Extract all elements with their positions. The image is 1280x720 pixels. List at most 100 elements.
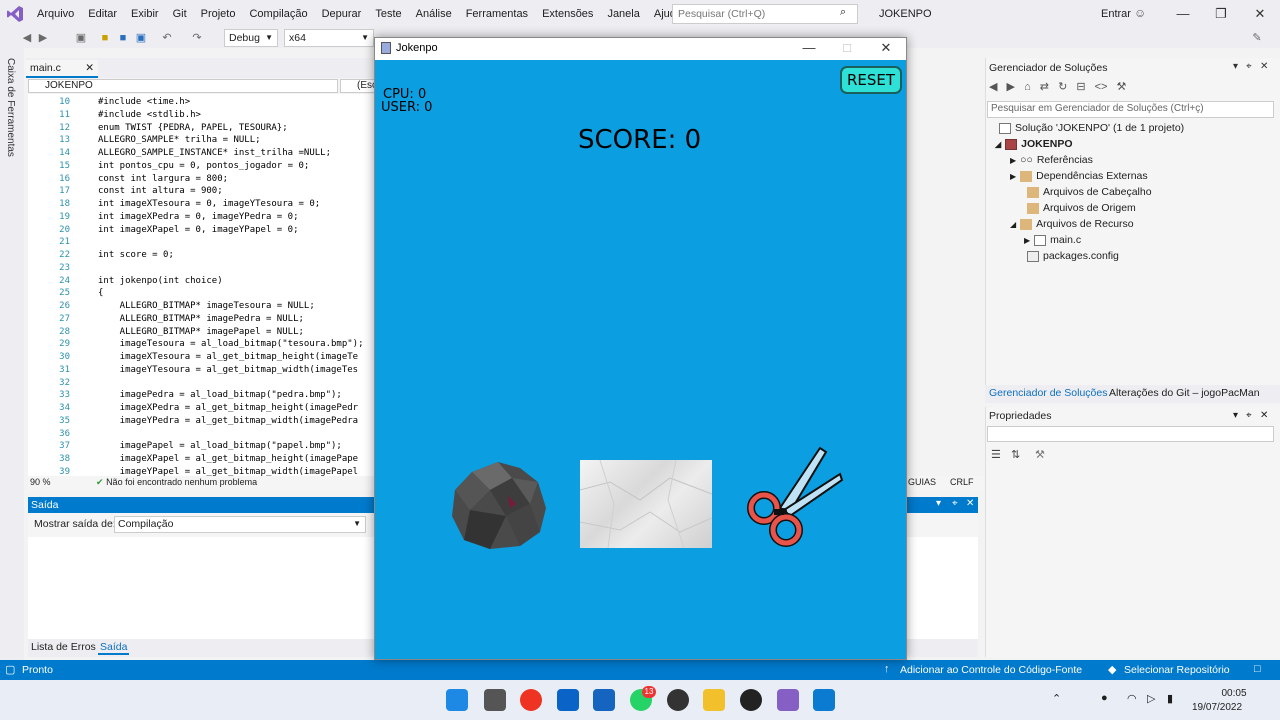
code-line[interactable]: 12 enum TWIST {PEDRA, PAPEL, TESOURA}; [28,122,376,135]
code-line[interactable]: 37 imagePapel = al_load_bitmap("papel.bm… [28,440,376,453]
menu-depurar[interactable]: Depurar [315,0,369,28]
volume-icon[interactable]: ▷ [1147,692,1155,705]
tree-solution[interactable]: Solução 'JOKENPO' (1 de 1 projeto) [999,120,1184,136]
code-line[interactable]: 36 [28,428,376,441]
code-line[interactable]: 11 #include <stdlib.h> [28,109,376,122]
undo-icon[interactable]: ↶ [160,31,174,45]
menu-compilacao[interactable]: Compilação [242,0,314,28]
code-icon[interactable]: <> [1095,81,1108,93]
tree-external-deps[interactable]: ▶ Dependências Externas [1010,168,1148,184]
code-line[interactable]: 18 int imageXTesoura = 0, imageYTesoura =… [28,198,376,211]
close-icon[interactable]: ✕ [966,498,974,509]
feedback-icon[interactable]: ✎ [1250,31,1264,45]
code-line[interactable]: 31 imageYTesoura = al_get_bitmap_width(i… [28,364,376,377]
file-explorer-icon[interactable] [703,689,725,711]
menu-extensoes[interactable]: Extensões [535,0,600,28]
navigation-scope-select[interactable]: JOKENPO [28,79,338,93]
code-editor[interactable]: 10 #include <time.h> 11 #include <stdlib.h>… [28,94,376,476]
scissors-choice[interactable] [744,446,844,550]
chevron-down-icon[interactable]: ▾ [1233,410,1238,421]
code-line[interactable]: 10 #include <time.h> [28,96,376,109]
windows-start-icon[interactable] [446,689,468,711]
menu-editar[interactable]: Editar [81,0,124,28]
code-line[interactable]: 17 const int altura = 900; [28,185,376,198]
visual-studio-icon[interactable] [777,689,799,711]
mail-icon[interactable] [557,689,579,711]
tab-git-changes[interactable]: Alterações do Git – jogoPacMan [1109,387,1260,399]
minimize-button[interactable]: — [1168,4,1198,24]
sync-icon[interactable]: ⇄ [1040,81,1049,93]
expanded-arrow-icon[interactable]: ◢ [995,140,1001,149]
zoom-level[interactable]: 90 % [30,477,51,487]
tab-error-list[interactable]: Lista de Erros [31,641,96,653]
code-line[interactable]: 30 imageXTesoura = al_get_bitmap_height(… [28,351,376,364]
code-line[interactable]: 33 imagePedra = al_load_bitmap("pedra.bm… [28,389,376,402]
navigation-member-select[interactable]: (Esc [340,79,377,93]
tree-packages-config[interactable]: packages.config [1027,248,1119,264]
collapsed-arrow-icon[interactable]: ▶ [1024,236,1030,245]
menu-teste[interactable]: Teste [368,0,408,28]
menu-ferramentas[interactable]: Ferramentas [459,0,535,28]
signin-link[interactable]: Entrar [1101,8,1131,20]
code-line[interactable]: 34 imageXPedra = al_get_bitmap_height(im… [28,402,376,415]
back-icon[interactable]: ◀ [20,31,34,45]
code-line[interactable]: 16 const int largura = 800; [28,173,376,186]
menu-git[interactable]: Git [166,0,194,28]
chevron-up-icon[interactable]: ⌃ [1052,692,1061,705]
tab-output[interactable]: Saída [98,641,130,655]
calendar-icon[interactable] [593,689,615,711]
menu-projeto[interactable]: Projeto [194,0,243,28]
forward-icon[interactable]: ▶ [36,31,50,45]
clock-date[interactable]: 19/07/2022 [1192,702,1242,713]
game-maximize-button[interactable]: □ [832,40,862,55]
tab-solution-explorer[interactable]: Gerenciador de Soluções [989,387,1108,399]
save-all-icon[interactable]: ▣ [134,31,148,45]
code-line[interactable]: 26 ALLEGRO_BITMAP* imageTesoura = NULL; [28,300,376,313]
platform-select[interactable]: x64 ▼ [284,29,374,47]
code-line[interactable]: 35 imageYPedra = al_get_bitmap_width(ima… [28,415,376,428]
opera-icon[interactable] [520,689,542,711]
config-select[interactable]: Debug ▼ [224,29,278,47]
code-line[interactable]: 15 int pontos_cpu = 0, pontos_jogador = 0… [28,160,376,173]
refresh-icon[interactable]: ↻ [1058,81,1067,93]
open-folder-icon[interactable]: ■ [98,31,112,45]
paper-choice[interactable] [579,459,713,549]
collapsed-arrow-icon[interactable]: ▶ [1010,156,1016,165]
sort-alpha-icon[interactable]: ⇅ [1011,448,1020,461]
code-line[interactable]: 38 imageXPapel = al_get_bitmap_height(im… [28,453,376,466]
tree-references[interactable]: ▶ ○○ Referências [1010,152,1093,168]
new-project-icon[interactable]: ▣ [74,31,88,45]
tab-main-c[interactable]: main.c ✕ [26,60,98,78]
wrench-icon[interactable]: ⚒ [1117,81,1127,93]
solution-search-input[interactable]: Pesquisar em Gerenciador de Soluções (Ct… [987,101,1274,118]
tree-project[interactable]: ◢ JOKENPO [995,136,1073,152]
reset-button[interactable]: RESET [840,66,902,94]
jokenpo-app-icon[interactable] [813,689,835,711]
menu-analise[interactable]: Análise [409,0,459,28]
game-titlebar[interactable] [375,38,906,60]
tree-source-files[interactable]: Arquivos de Origem [1027,200,1136,216]
search-icon[interactable]: ⌕ [840,6,846,19]
collapsed-arrow-icon[interactable]: ▶ [1010,172,1016,181]
media-player-icon[interactable] [667,689,689,711]
maximize-button[interactable]: ❐ [1206,4,1236,24]
tree-main-c[interactable]: ▶ main.c [1024,232,1081,248]
code-line[interactable]: 22 int score = 0; [28,249,376,262]
task-view-icon[interactable] [484,689,506,711]
pin-icon[interactable]: ⌖ [1246,61,1252,72]
tree-resource-files[interactable]: ◢ Arquivos de Recurso [1010,216,1134,232]
close-icon[interactable]: ✕ [1260,61,1268,72]
code-line[interactable]: 19 int imageXPedra = 0, imageYPedra = 0; [28,211,376,224]
clock-time[interactable]: 00:05 [1219,688,1249,699]
code-line[interactable]: 28 ALLEGRO_BITMAP* imagePapel = NULL; [28,326,376,339]
line-ending-label[interactable]: CRLF [950,477,974,487]
code-line[interactable]: 13 ALLEGRO_SAMPLE* trilha = NULL; [28,134,376,147]
microphone-icon[interactable]: ● [1101,692,1108,704]
menu-exibir[interactable]: Exibir [124,0,166,28]
menu-arquivo[interactable]: Arquivo [30,0,81,28]
close-icon[interactable]: ✕ [85,62,94,74]
wifi-icon[interactable]: ◠ [1127,692,1137,705]
wrench-icon[interactable]: ⚒ [1035,448,1045,461]
code-line[interactable]: 24 int jokenpo(int choice) [28,275,376,288]
select-repository-button[interactable]: Selecionar Repositório [1124,664,1230,676]
